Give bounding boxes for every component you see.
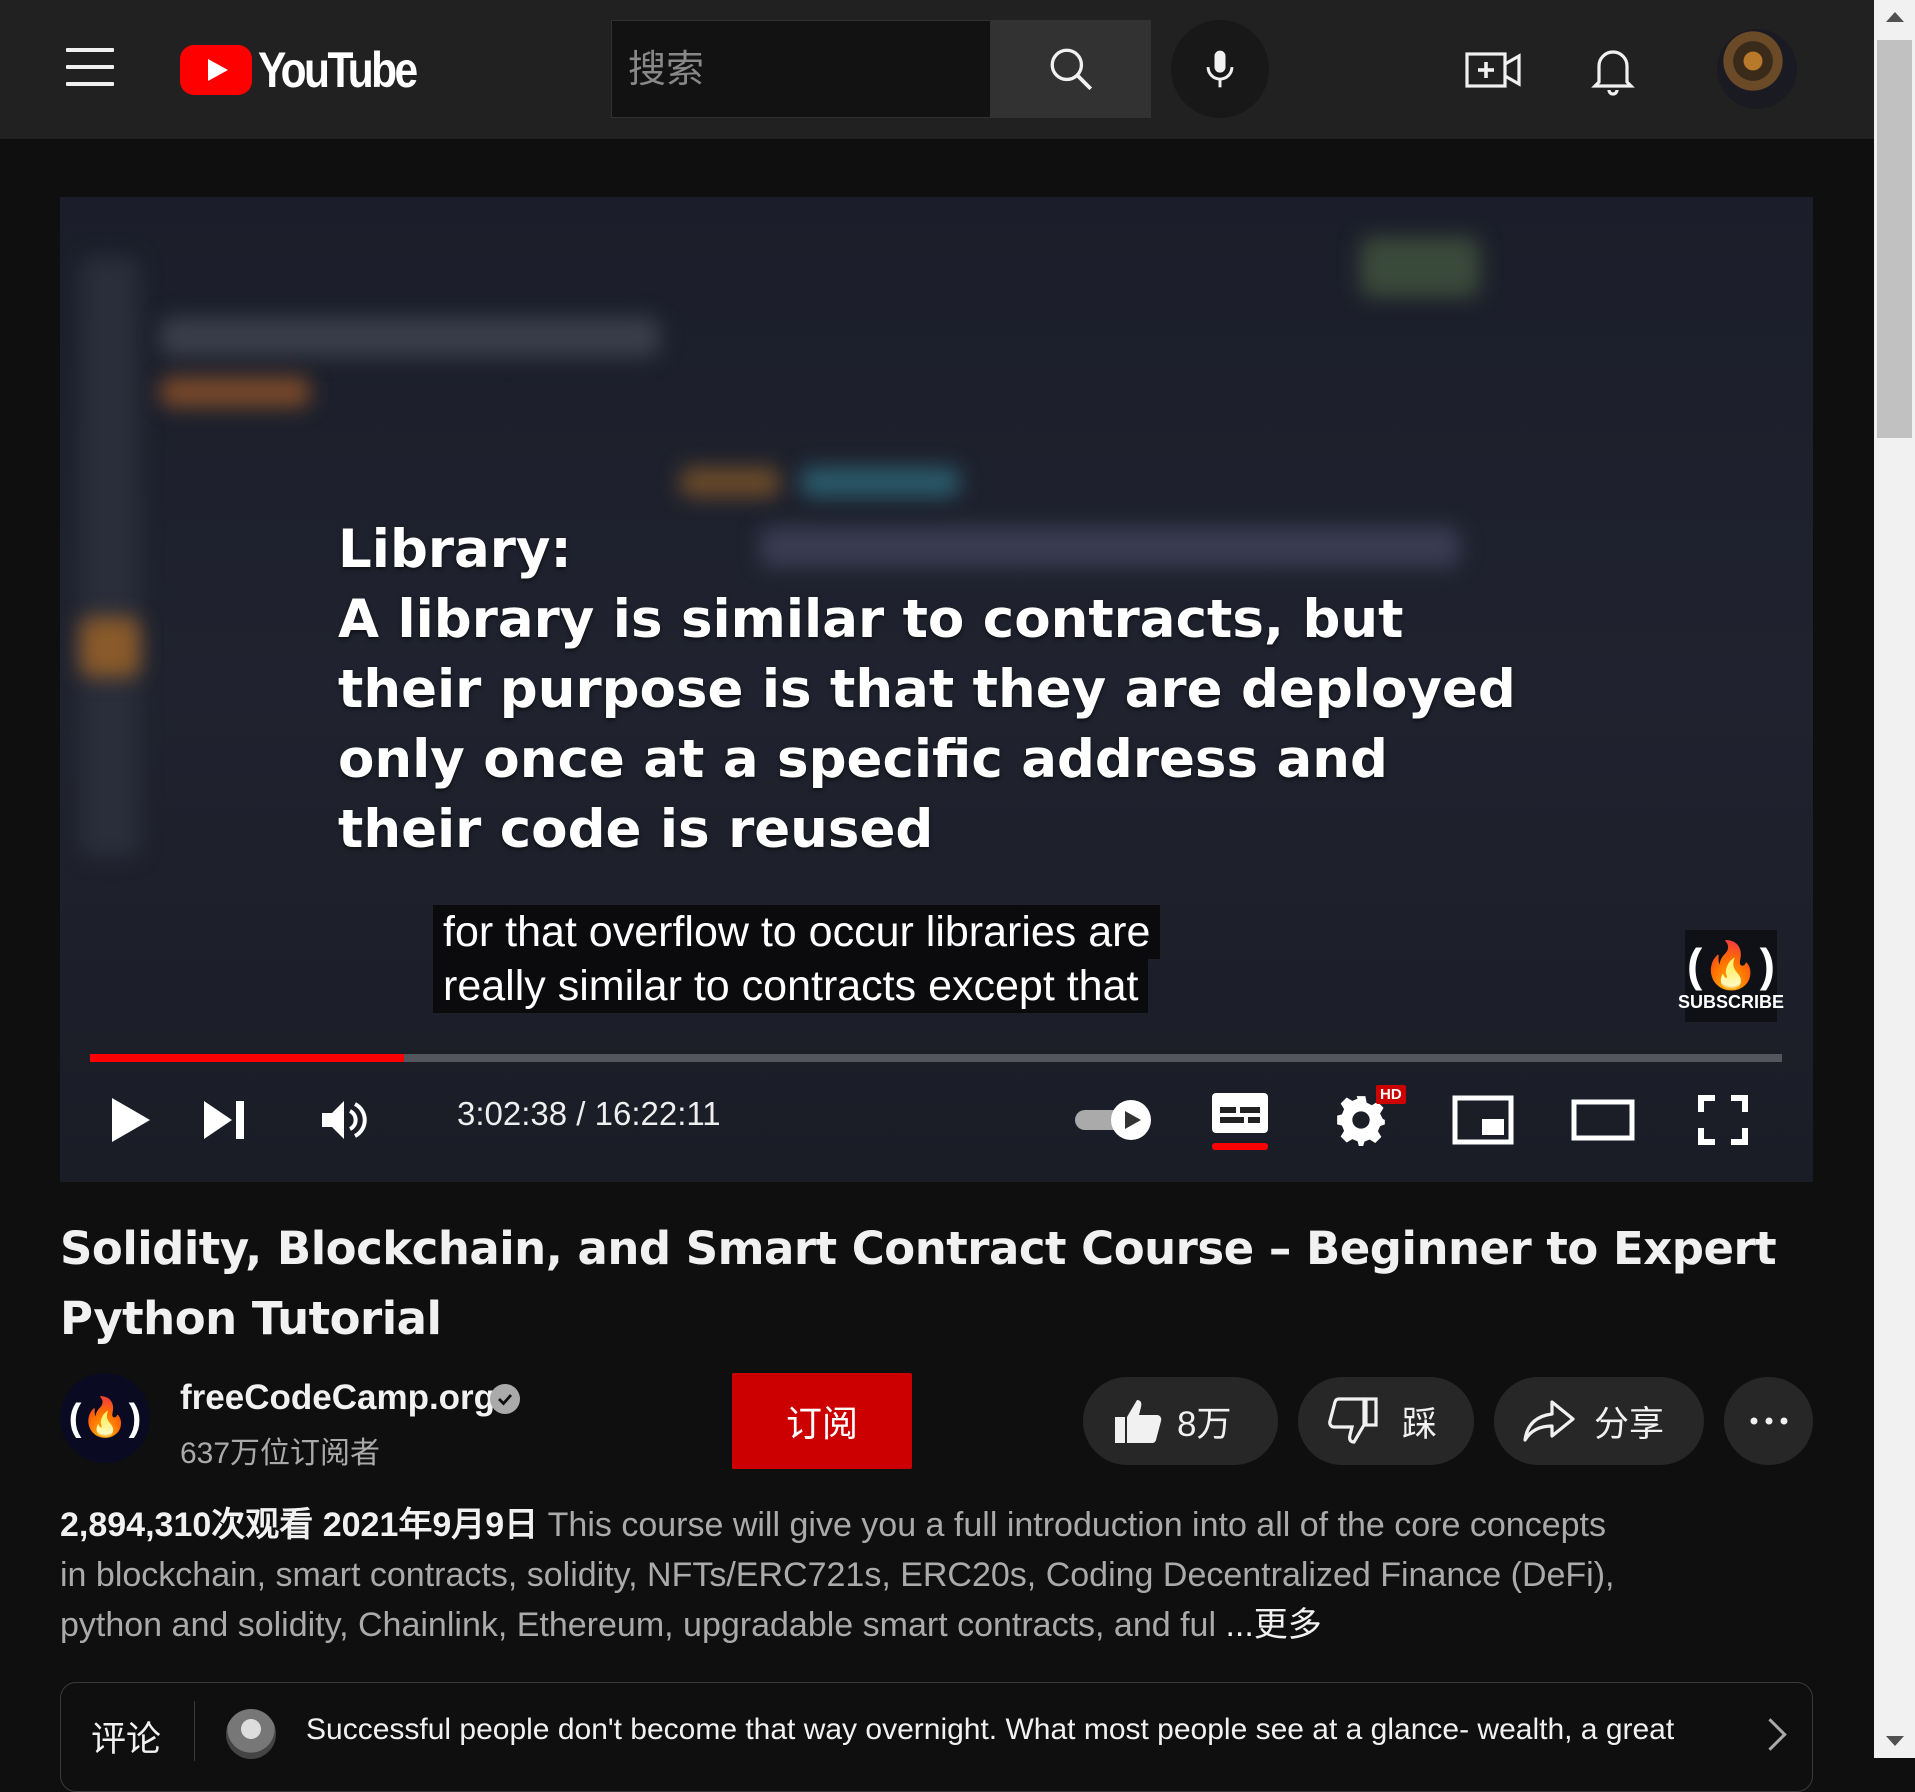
share-button[interactable]: 分享 xyxy=(1494,1377,1704,1465)
freecodecamp-logo-icon: (🔥) xyxy=(1687,938,1775,991)
youtube-logo[interactable]: YouTube xyxy=(180,42,443,98)
freecodecamp-logo-icon: (🔥) xyxy=(68,1397,142,1439)
like-count: 8万 xyxy=(1177,1404,1232,1444)
youtube-play-logo-icon xyxy=(180,45,252,95)
fullscreen-button[interactable] xyxy=(1688,1085,1758,1155)
progress-played xyxy=(90,1054,405,1062)
thumbs-down-icon xyxy=(1328,1397,1378,1445)
microphone-icon xyxy=(1206,50,1234,88)
more-horizontal-icon xyxy=(1749,1416,1789,1426)
page-scrollbar[interactable] xyxy=(1874,0,1915,1758)
like-button[interactable]: 8万 xyxy=(1083,1377,1278,1465)
slide-line: only once at a specific address and xyxy=(338,729,1388,790)
top-bar: YouTube xyxy=(0,0,1874,139)
caption-line: really similar to contracts except that xyxy=(433,959,1149,1013)
divider xyxy=(194,1701,195,1761)
blurred-icon xyxy=(80,617,140,677)
subtitles-button[interactable] xyxy=(1208,1085,1272,1155)
blurred-tab xyxy=(160,317,660,357)
skip-next-icon xyxy=(204,1101,244,1139)
channel-avatar[interactable]: (🔥) xyxy=(60,1373,150,1463)
logo-text: YouTube xyxy=(258,42,418,98)
dislike-button[interactable]: 踩 xyxy=(1298,1377,1474,1465)
subscribe-button[interactable]: 订阅 xyxy=(732,1373,912,1469)
scrollbar-thumb[interactable] xyxy=(1877,40,1912,438)
comments-teaser[interactable]: 评论 Successful people don't become that w… xyxy=(60,1682,1813,1792)
search-icon xyxy=(1050,48,1093,91)
next-button[interactable] xyxy=(190,1085,260,1155)
scroll-up-arrow-icon[interactable] xyxy=(1886,12,1904,22)
blurred-code-token xyxy=(800,467,960,497)
video-title: Solidity, Blockchain, and Smart Contract… xyxy=(60,1222,1777,1345)
volume-icon xyxy=(322,1101,367,1139)
blurred-highlight xyxy=(160,377,310,407)
description[interactable]: 2,894,310次观看 2021年9月9日 This course will … xyxy=(60,1500,1640,1650)
dislike-label: 踩 xyxy=(1402,1404,1438,1444)
search-box xyxy=(611,20,991,118)
slide-line: their code is reused xyxy=(338,799,934,860)
fullscreen-icon xyxy=(1698,1095,1748,1145)
hd-badge: HD xyxy=(1376,1085,1406,1104)
create-video-button[interactable] xyxy=(1463,40,1523,100)
autoplay-toggle-icon xyxy=(1075,1100,1151,1140)
show-more-link[interactable]: ...更多 xyxy=(1225,1606,1321,1644)
comments-label: 评论 xyxy=(91,1720,162,1759)
verified-icon xyxy=(490,1384,520,1414)
user-avatar[interactable] xyxy=(1717,29,1797,109)
subscriber-count: 637万位订阅者 xyxy=(180,1437,381,1470)
search-button[interactable] xyxy=(991,20,1151,118)
bell-icon xyxy=(1591,50,1635,96)
channel-name[interactable]: freeCodeCamp.org xyxy=(180,1378,495,1418)
theater-mode-icon xyxy=(1571,1099,1635,1141)
time-display: 3:02:38 / 16:22:11 xyxy=(457,1095,721,1132)
video-player[interactable]: Library: A library is similar to contrac… xyxy=(60,197,1813,1182)
subtitles-icon xyxy=(1212,1093,1268,1150)
share-icon xyxy=(1522,1399,1576,1443)
autoplay-toggle[interactable] xyxy=(1070,1085,1160,1155)
view-count: 2,894,310次观看 xyxy=(60,1506,314,1544)
miniplayer-button[interactable] xyxy=(1448,1085,1518,1155)
blurred-corner xyxy=(1360,237,1480,297)
theater-mode-button[interactable] xyxy=(1568,1085,1638,1155)
slide-line: A library is similar to contracts, but xyxy=(338,589,1404,650)
thumbs-up-icon xyxy=(1113,1397,1163,1445)
commenter-avatar xyxy=(226,1709,276,1759)
play-button[interactable] xyxy=(100,1085,160,1155)
chevron-right-icon xyxy=(1754,1718,1787,1751)
menu-icon[interactable] xyxy=(66,48,114,88)
more-actions-button[interactable] xyxy=(1724,1377,1813,1465)
caption-line: for that overflow to occur libraries are xyxy=(433,905,1161,959)
share-label: 分享 xyxy=(1594,1404,1665,1444)
slide-line: their purpose is that they are deployed xyxy=(338,659,1516,720)
miniplayer-icon xyxy=(1452,1095,1514,1145)
channel-watermark[interactable]: (🔥) SUBSCRIBE xyxy=(1678,930,1784,1022)
notifications-button[interactable] xyxy=(1583,40,1643,100)
publish-date: 2021年9月9日 xyxy=(322,1506,539,1544)
progress-bar[interactable] xyxy=(90,1054,1782,1062)
watermark-subscribe-text: SUBSCRIBE xyxy=(1678,991,1785,1012)
search-input[interactable] xyxy=(612,21,990,117)
blurred-sidebar xyxy=(80,257,140,857)
slide-line: Library: xyxy=(338,519,572,580)
play-icon xyxy=(112,1098,150,1142)
blurred-code-token xyxy=(680,467,780,497)
create-video-icon xyxy=(1465,52,1521,88)
voice-search-button[interactable] xyxy=(1171,20,1269,118)
slide-text: Library: A library is similar to contrac… xyxy=(338,515,1588,865)
comment-preview: Successful people don't become that way … xyxy=(306,1713,1675,1746)
captions: for that overflow to occur libraries are… xyxy=(433,905,1161,1013)
scroll-down-arrow-icon[interactable] xyxy=(1886,1736,1904,1746)
volume-button[interactable] xyxy=(310,1085,380,1155)
